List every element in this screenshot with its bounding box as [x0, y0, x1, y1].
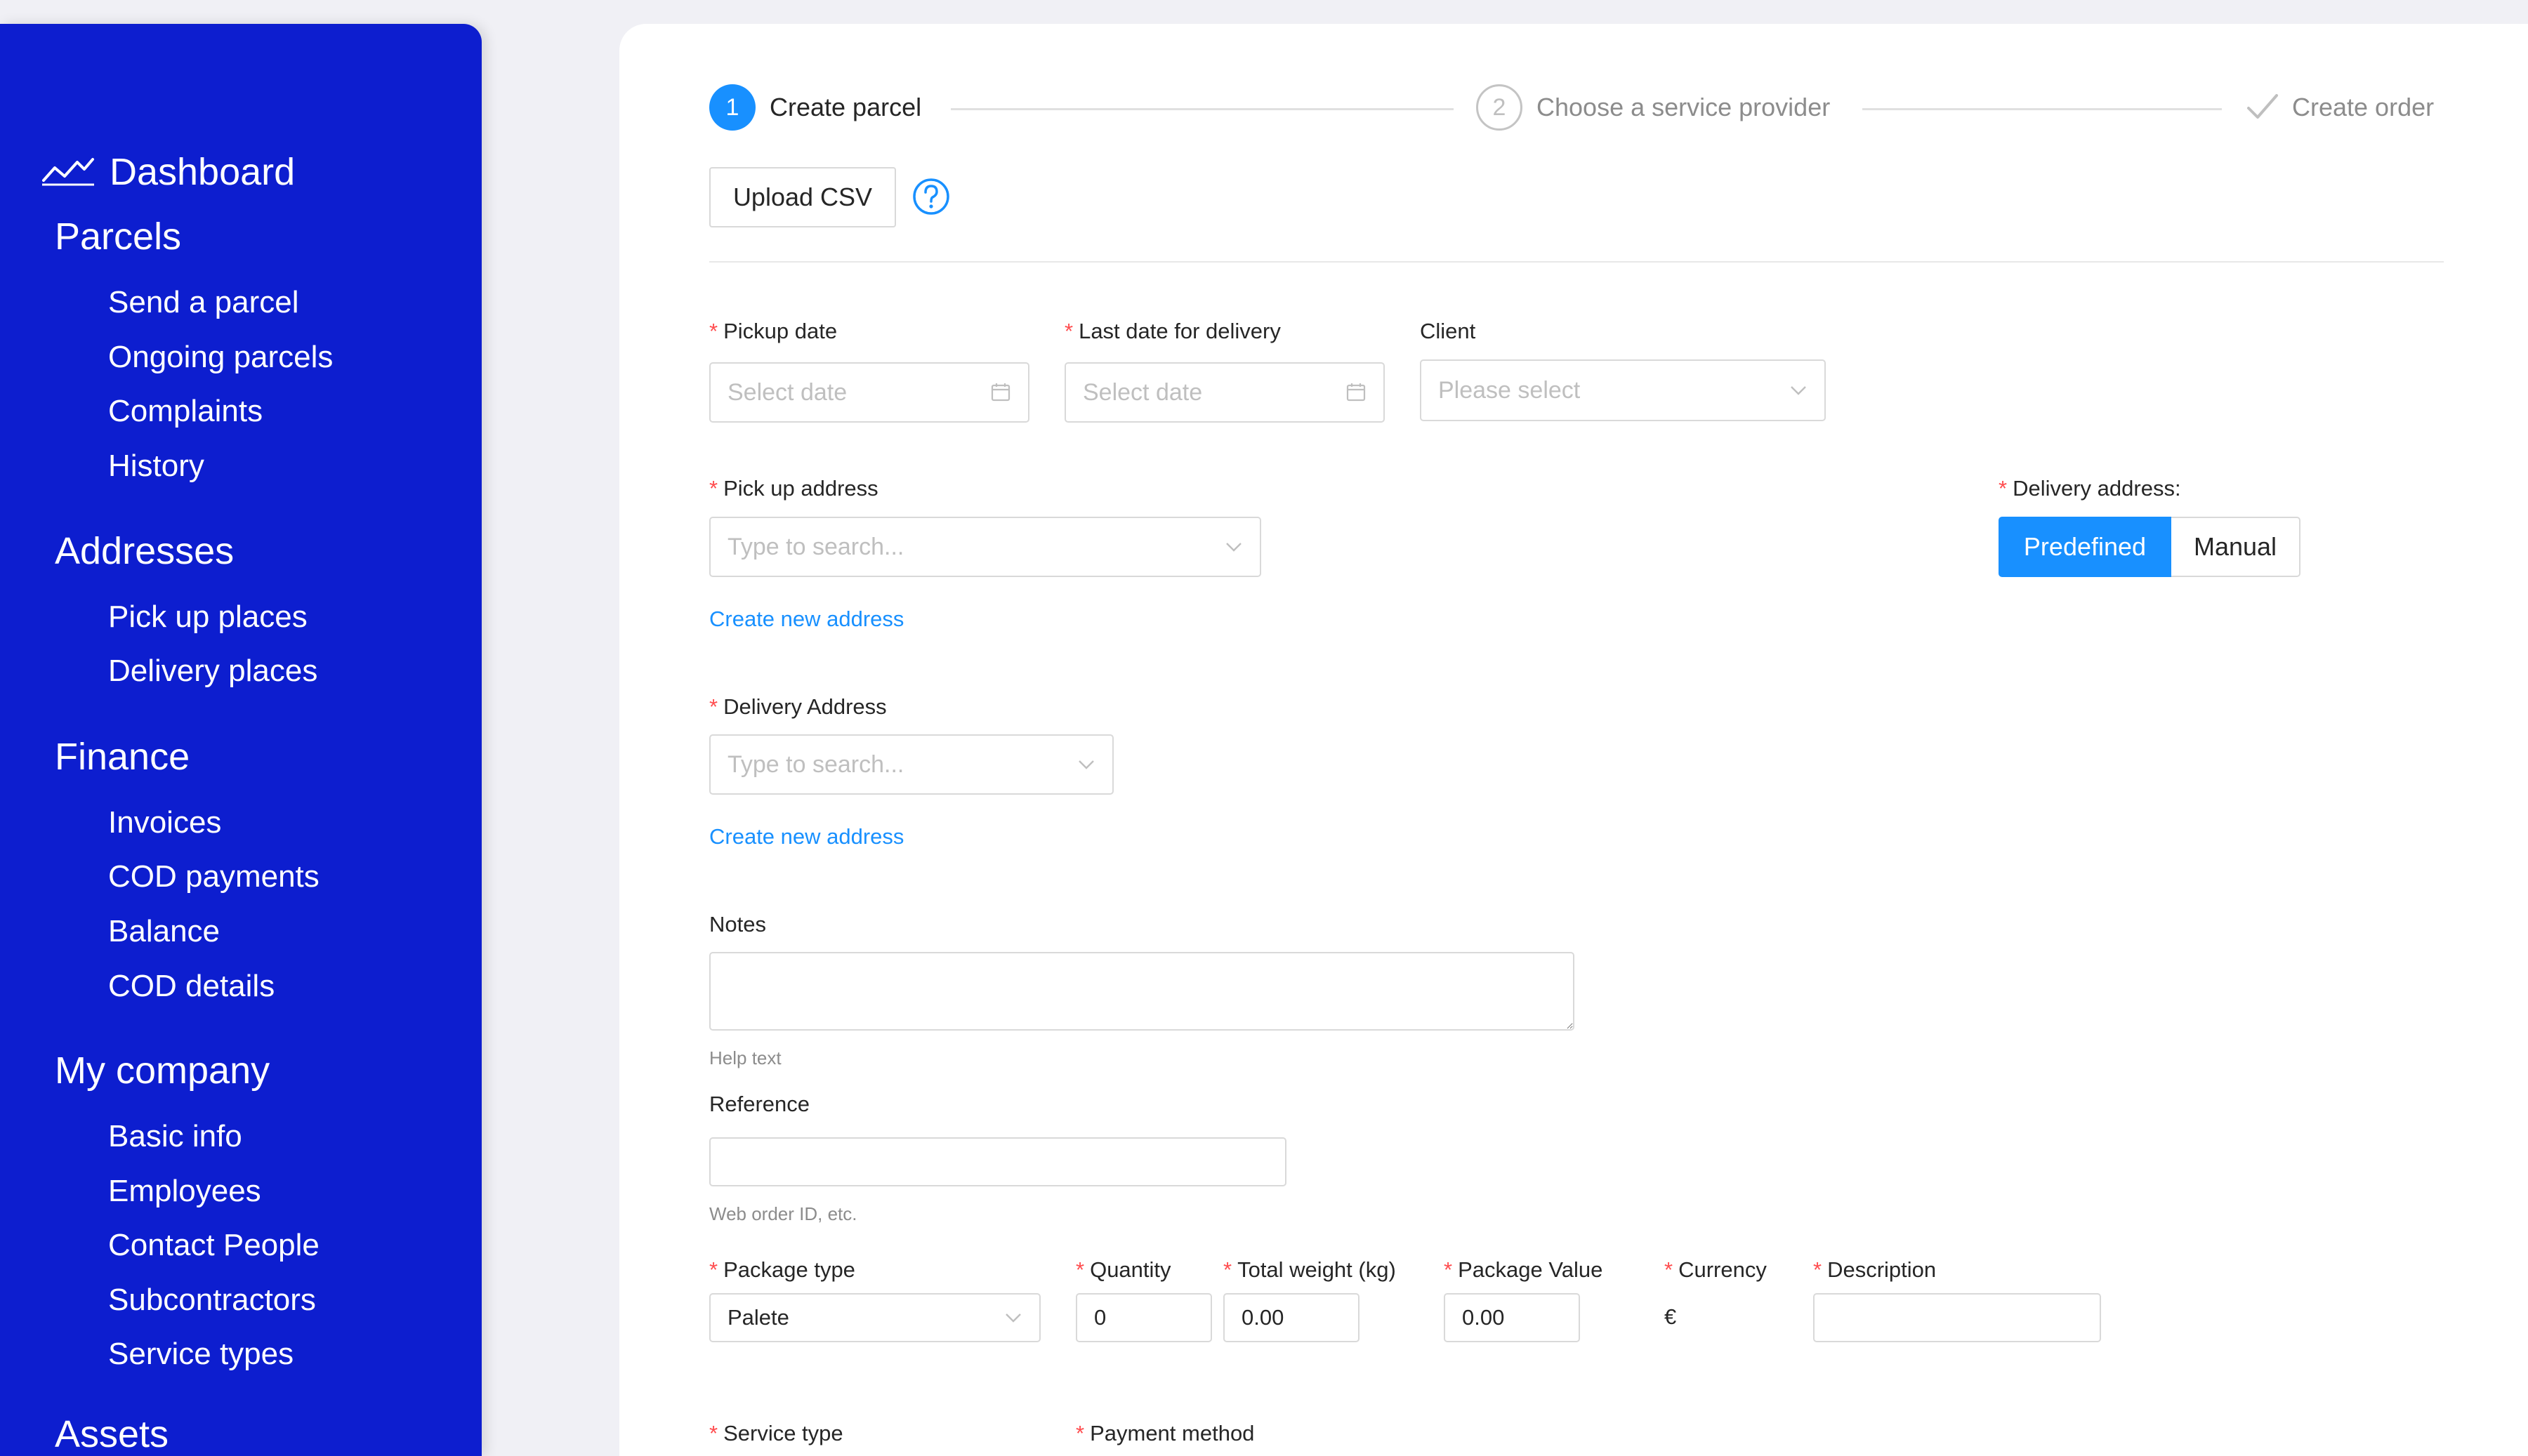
pickup-date-label: * Pickup date — [709, 319, 838, 343]
delivery-address-select[interactable]: Type to search... — [709, 734, 1114, 795]
create-new-delivery-address-link[interactable]: Create new address — [709, 824, 904, 849]
sidebar-item-basic-info[interactable]: Basic info — [108, 1119, 242, 1154]
last-delivery-date-label: * Last date for delivery — [1065, 319, 1281, 343]
sidebar-item-pick-up-places[interactable]: Pick up places — [108, 600, 308, 635]
sidebar-section-my-company[interactable]: My company — [55, 1049, 270, 1092]
question-circle-icon[interactable] — [911, 177, 951, 220]
step-2-title: Choose a service provider — [1536, 93, 1831, 121]
sidebar-item-invoices[interactable]: Invoices — [108, 805, 221, 840]
pickup-address-label: * Pick up address — [709, 476, 878, 501]
sidebar-section-parcels[interactable]: Parcels — [55, 215, 181, 258]
sidebar: Dashboard Parcels Send a parcel Ongoing … — [0, 24, 482, 1456]
package-type-label: * Package type — [709, 1257, 855, 1282]
package-value-label: * Package Value — [1444, 1257, 1603, 1282]
pickup-address-placeholder: Type to search... — [728, 533, 904, 560]
calendar-icon — [990, 382, 1011, 403]
reference-input[interactable] — [709, 1137, 1286, 1186]
sidebar-item-contact-people[interactable]: Contact People — [108, 1228, 320, 1263]
payment-method-label: * Payment method — [1076, 1421, 1255, 1445]
sidebar-item-cod-details[interactable]: COD details — [108, 969, 275, 1004]
reference-help-text: Web order ID, etc. — [709, 1203, 857, 1224]
total-weight-input[interactable]: 0.00 — [1223, 1293, 1360, 1342]
pickup-date-placeholder: Select date — [728, 378, 848, 406]
line-chart-icon — [41, 154, 96, 191]
chevron-down-icon — [1077, 759, 1095, 770]
chevron-down-icon — [1225, 541, 1243, 552]
last-delivery-date-placeholder: Select date — [1083, 378, 1203, 406]
total-weight-value: 0.00 — [1242, 1305, 1284, 1330]
sidebar-item-service-types[interactable]: Service types — [108, 1337, 294, 1372]
package-type-value: Palete — [728, 1305, 789, 1330]
last-delivery-date-picker[interactable]: Select date — [1065, 362, 1385, 423]
sidebar-item-dashboard[interactable]: Dashboard — [41, 150, 295, 194]
step-2-indicator: 2 — [1476, 84, 1522, 131]
sidebar-item-label: Dashboard — [110, 151, 296, 193]
sidebar-item-employees[interactable]: Employees — [108, 1174, 261, 1209]
divider — [709, 261, 2444, 263]
manual-option[interactable]: Manual — [2171, 517, 2300, 577]
quantity-value: 0 — [1094, 1305, 1107, 1330]
total-weight-label: * Total weight (kg) — [1223, 1257, 1396, 1282]
package-value-input[interactable]: 0.00 — [1444, 1293, 1580, 1342]
currency-value: € — [1664, 1304, 1677, 1329]
description-label: * Description — [1813, 1257, 1937, 1282]
check-icon — [2246, 91, 2279, 126]
service-type-label: * Service type — [709, 1421, 843, 1445]
sidebar-item-balance[interactable]: Balance — [108, 914, 220, 949]
chevron-down-icon — [1789, 385, 1808, 396]
sidebar-item-cod-payments[interactable]: COD payments — [108, 859, 320, 894]
delivery-address-mode-label: * Delivery address: — [1999, 476, 2181, 501]
step-1-title: Create parcel — [770, 93, 922, 121]
description-input[interactable] — [1813, 1293, 2101, 1342]
delivery-address-label: * Delivery Address — [709, 694, 887, 719]
create-new-pickup-address-link[interactable]: Create new address — [709, 607, 904, 632]
package-type-select[interactable]: Palete — [709, 1293, 1041, 1342]
sidebar-item-history[interactable]: History — [108, 449, 204, 484]
delivery-address-placeholder: Type to search... — [728, 750, 904, 778]
pickup-address-select[interactable]: Type to search... — [709, 517, 1261, 577]
quantity-input[interactable]: 0 — [1076, 1293, 1212, 1342]
sidebar-section-finance[interactable]: Finance — [55, 735, 190, 779]
package-value-value: 0.00 — [1462, 1305, 1505, 1330]
predefined-option[interactable]: Predefined — [1999, 517, 2171, 577]
notes-textarea[interactable] — [709, 952, 1574, 1031]
step-3-title: Create order — [2292, 93, 2435, 121]
client-label: Client — [1420, 319, 1476, 343]
sidebar-item-complaints[interactable]: Complaints — [108, 394, 263, 429]
client-placeholder: Please select — [1438, 376, 1581, 404]
calendar-icon — [1345, 382, 1367, 403]
pickup-date-picker[interactable]: Select date — [709, 362, 1029, 423]
main-content: 1 Create parcel 2 Choose a service provi… — [619, 24, 2528, 1456]
upload-csv-button[interactable]: Upload CSV — [709, 167, 896, 227]
sidebar-item-ongoing-parcels[interactable]: Ongoing parcels — [108, 340, 333, 375]
quantity-label: * Quantity — [1076, 1257, 1171, 1282]
reference-label: Reference — [709, 1092, 810, 1116]
notes-help-text: Help text — [709, 1047, 782, 1068]
delivery-address-mode-toggle: Predefined Manual — [1999, 517, 2300, 577]
sidebar-item-delivery-places[interactable]: Delivery places — [108, 654, 317, 689]
step-1-indicator: 1 — [709, 84, 756, 131]
step-connector — [951, 108, 1454, 110]
sidebar-item-send-a-parcel[interactable]: Send a parcel — [108, 285, 299, 320]
sidebar-section-addresses[interactable]: Addresses — [55, 529, 234, 573]
sidebar-item-subcontractors[interactable]: Subcontractors — [108, 1283, 316, 1318]
client-select[interactable]: Please select — [1420, 359, 1826, 421]
step-connector — [1862, 108, 2222, 110]
sidebar-section-assets[interactable]: Assets — [55, 1412, 169, 1456]
notes-label: Notes — [709, 912, 766, 937]
chevron-down-icon — [1004, 1312, 1022, 1323]
currency-label: * Currency — [1664, 1257, 1767, 1282]
